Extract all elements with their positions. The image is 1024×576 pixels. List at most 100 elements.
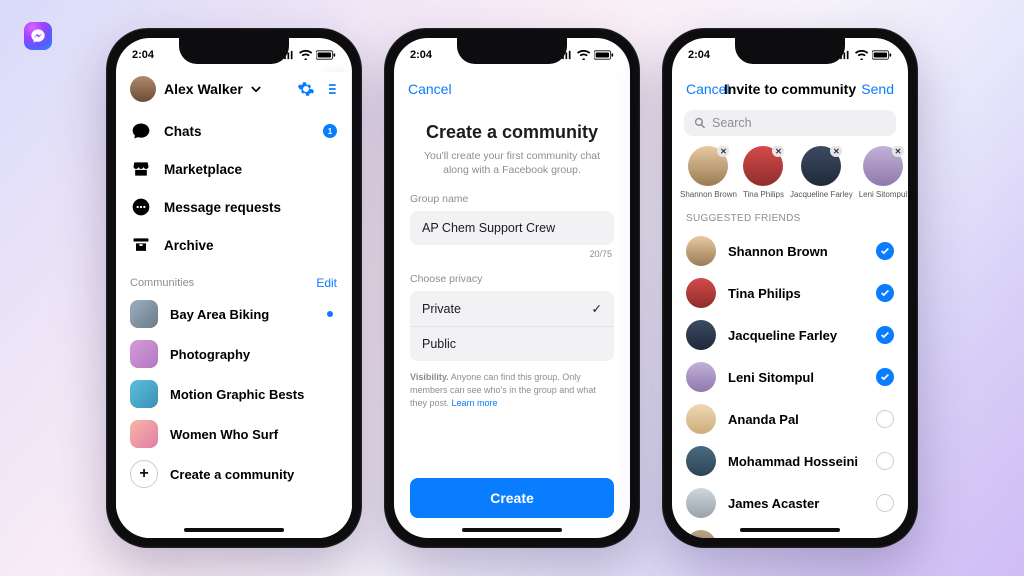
privacy-select: Private ✓ Public (410, 291, 614, 361)
suggested-friend[interactable]: Ananda Pal (672, 398, 908, 440)
unread-badge: 1 (323, 124, 337, 138)
phone-create-community: 2:04 Cancel Create a community You'll cr… (384, 28, 640, 548)
create-label: Create a community (170, 467, 294, 482)
community-item[interactable]: Bay Area Biking (116, 294, 351, 334)
suggested-friend[interactable]: James Acaster (672, 482, 908, 524)
wifi-icon (299, 50, 312, 60)
chip-name: Leni Sitompul (859, 190, 907, 199)
communities-list: Bay Area Biking Photography Motion Graph… (116, 294, 351, 454)
learn-more-link[interactable]: Learn more (452, 398, 498, 408)
gear-icon[interactable] (297, 80, 315, 98)
chat-icon (130, 120, 152, 142)
suggested-friend[interactable]: Mohammad Hosseini (672, 440, 908, 482)
send-button[interactable]: Send (861, 81, 894, 97)
friend-avatar (686, 530, 716, 538)
suggested-friend[interactable]: Tina Philips (672, 272, 908, 314)
privacy-public[interactable]: Public (410, 326, 614, 361)
chip-remove-icon[interactable]: ✕ (772, 146, 784, 157)
suggested-list: Shannon Brown Tina Philips Jacqueline Fa… (672, 230, 908, 538)
community-item[interactable]: Photography (116, 334, 351, 374)
notch (179, 38, 289, 64)
phone-sidebar: 2:04 Yo Alex Walker (106, 28, 362, 548)
checkmark-selected-icon[interactable] (876, 368, 894, 386)
nav-label: Message requests (164, 200, 281, 215)
suggested-friend[interactable]: Shannon Brown (672, 230, 908, 272)
nav-chats[interactable]: Chats 1 (130, 112, 337, 150)
selected-chips: ✕ Shannon Brown ✕ Tina Philips ✕ Jacquel… (672, 146, 908, 205)
nav-list: Chats 1 Marketplace Message requests (116, 112, 351, 264)
community-avatar (130, 380, 158, 408)
suggested-friend[interactable]: Leni Sitompul (672, 356, 908, 398)
char-counter: 20/75 (412, 249, 612, 259)
friend-avatar (686, 446, 716, 476)
privacy-private-label: Private (422, 302, 461, 316)
create-community-form: Create a community You'll create your fi… (394, 106, 630, 538)
status-time: 2:04 (410, 49, 432, 61)
chip-avatar: ✕ (863, 146, 903, 186)
chip-avatar: ✕ (743, 146, 783, 186)
battery-icon (316, 50, 336, 60)
cancel-button[interactable]: Cancel (408, 81, 452, 97)
friend-avatar (686, 362, 716, 392)
community-item[interactable]: Motion Graphic Bests (116, 374, 351, 414)
modal-navbar: Cancel Invite to community Send (672, 72, 908, 106)
chip-remove-icon[interactable]: ✕ (717, 146, 729, 157)
edit-button[interactable]: Edit (316, 276, 337, 290)
suggested-header: SUGGESTED FRIENDS (672, 205, 908, 230)
nav-label: Marketplace (164, 162, 242, 177)
home-indicator (740, 528, 840, 532)
friend-name: Ananda Pal (728, 412, 864, 427)
archive-icon (130, 234, 152, 256)
device-stage: 2:04 Yo Alex Walker (0, 0, 1024, 576)
privacy-public-label: Public (422, 337, 456, 351)
chevron-down-icon (251, 86, 261, 93)
community-label: Photography (170, 347, 250, 362)
phone-invite: 2:04 Cancel Invite to community Send Sea… (662, 28, 918, 548)
chip-name: Jacqueline Farley (790, 190, 853, 199)
message-requests-icon (130, 196, 152, 218)
create-community[interactable]: + Create a community (116, 454, 351, 494)
profile-name: Alex Walker (164, 81, 243, 97)
chip-remove-icon[interactable]: ✕ (830, 146, 842, 157)
checkmark-selected-icon[interactable] (876, 284, 894, 302)
search-placeholder: Search (712, 116, 752, 130)
nav-marketplace[interactable]: Marketplace (130, 150, 337, 188)
selected-chip[interactable]: ✕ Shannon Brown (680, 146, 737, 199)
selected-chip[interactable]: ✕ Leni Sitompul (859, 146, 907, 199)
radio-unselected-icon[interactable] (876, 452, 894, 470)
friend-name: Tina Philips (728, 286, 864, 301)
wifi-icon (577, 50, 590, 60)
community-label: Motion Graphic Bests (170, 387, 304, 402)
chip-remove-icon[interactable]: ✕ (892, 146, 904, 157)
checkmark-selected-icon[interactable] (876, 326, 894, 344)
community-item[interactable]: Women Who Surf (116, 414, 351, 454)
profile-row[interactable]: Alex Walker (116, 72, 351, 112)
selected-chip[interactable]: ✕ Jacqueline Farley (790, 146, 853, 199)
radio-unselected-icon[interactable] (876, 410, 894, 428)
group-name-label: Group name (410, 193, 614, 205)
friend-name: Jacqueline Farley (728, 328, 864, 343)
community-avatar (130, 340, 158, 368)
friend-avatar (686, 488, 716, 518)
chip-name: Shannon Brown (680, 190, 737, 199)
notch (457, 38, 567, 64)
suggested-friend[interactable]: Jacqueline Farley (672, 314, 908, 356)
nav-message-requests[interactable]: Message requests (130, 188, 337, 226)
checkmark-selected-icon[interactable] (876, 242, 894, 260)
search-icon (694, 117, 706, 129)
group-name-input[interactable]: AP Chem Support Crew (410, 211, 614, 245)
nav-archive[interactable]: Archive (130, 226, 337, 264)
home-indicator (184, 528, 284, 532)
profile-avatar (130, 76, 156, 102)
selected-chip[interactable]: ✕ Tina Philips (743, 146, 784, 199)
cancel-button[interactable]: Cancel (686, 81, 730, 97)
radio-unselected-icon[interactable] (876, 494, 894, 512)
privacy-private[interactable]: Private ✓ (410, 291, 614, 326)
communities-header: Communities Edit (116, 264, 351, 294)
status-time: 2:04 (132, 49, 154, 61)
radio-unselected-icon[interactable] (876, 536, 894, 538)
wifi-icon (855, 50, 868, 60)
friend-avatar (686, 404, 716, 434)
search-input[interactable]: Search (684, 110, 896, 136)
create-button[interactable]: Create (410, 478, 614, 518)
